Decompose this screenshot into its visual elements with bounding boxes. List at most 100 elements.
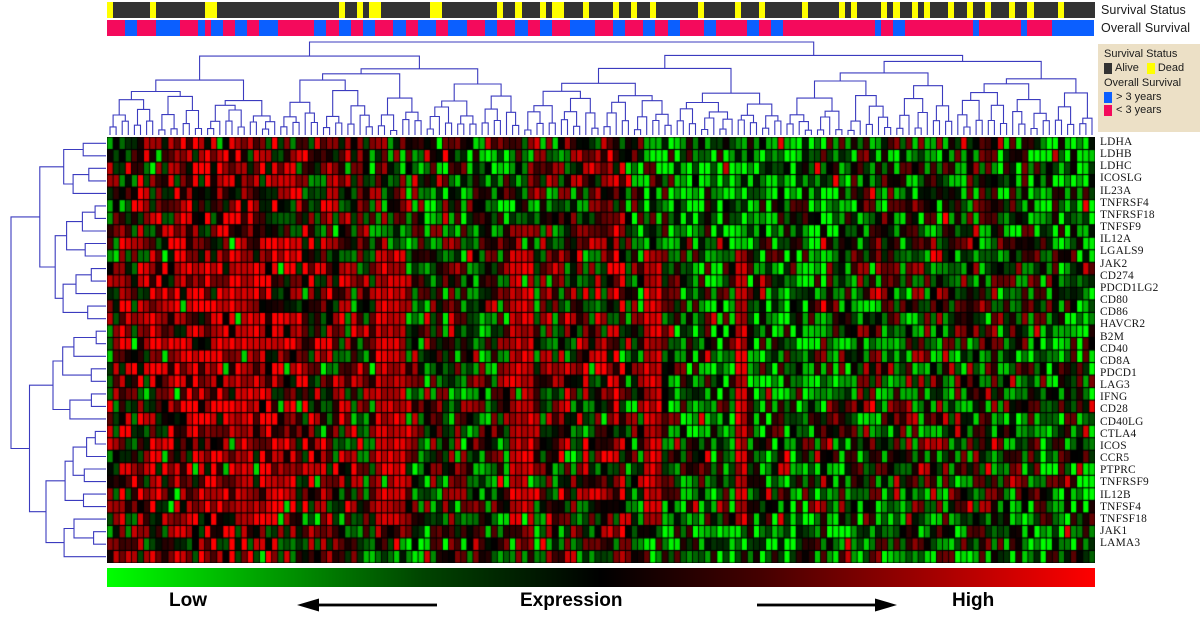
annotation-cell	[344, 2, 357, 18]
annotation-cell	[1027, 20, 1052, 36]
annotation-cell	[350, 20, 363, 36]
annotation-cell	[765, 2, 802, 18]
legend-item-dead: Dead	[1146, 62, 1185, 74]
legend-item-gt3: > 3 years	[1104, 91, 1195, 103]
row-dendrogram	[8, 137, 107, 563]
legend-box: Survival Status Alive Dead Overall Survi…	[1098, 44, 1200, 132]
annotation-cell	[222, 20, 235, 36]
gene-label: CD274	[1100, 269, 1134, 282]
gene-label: JAK2	[1100, 257, 1128, 270]
annotation-cell	[155, 20, 181, 36]
annotation-cell	[436, 20, 449, 36]
gene-label: ICOSLG	[1100, 172, 1143, 185]
annotation-cell	[905, 20, 973, 36]
annotation-cell	[612, 20, 626, 36]
annotation-cell	[655, 2, 699, 18]
annotation-cell	[484, 20, 498, 36]
annotation-cell	[972, 2, 985, 18]
annotation-cell	[326, 20, 339, 36]
gene-label: CD8A	[1100, 354, 1131, 367]
gene-label: LGALS9	[1100, 245, 1144, 258]
annotation-cell	[393, 20, 406, 36]
legend-items-survival-status: Alive Dead	[1104, 62, 1195, 74]
gene-label: IL12B	[1100, 488, 1131, 501]
annotation-cell	[771, 20, 784, 36]
swatch-dead-icon	[1146, 62, 1155, 74]
annotation-cell	[381, 2, 431, 18]
annotation-cell	[277, 20, 315, 36]
gene-label: CD28	[1100, 403, 1129, 416]
legend-label-alive: Alive	[1115, 62, 1139, 74]
annotation-cell	[808, 2, 839, 18]
gene-label-list: LDHA LDHB LDHC ICOSLG IL23A TNFRSF4 TNFRSF18 TN…	[1100, 136, 1200, 564]
annotation-cell	[551, 20, 571, 36]
annotation-cell	[107, 20, 126, 36]
gene-label: TNFRSF9	[1100, 476, 1149, 489]
annotation-cell	[362, 20, 376, 36]
gene-label: CD40	[1100, 342, 1129, 355]
gene-label: LDHA	[1100, 136, 1133, 148]
swatch-gt3years-icon	[1104, 91, 1112, 103]
gene-label: CD40LG	[1100, 415, 1144, 428]
annotation-cell	[155, 2, 205, 18]
annotation-cell	[314, 20, 327, 36]
annotation-cell	[1064, 2, 1095, 18]
annotation-cell	[113, 2, 150, 18]
column-dendrogram	[107, 38, 1095, 137]
gene-label: PDCD1	[1100, 366, 1138, 379]
annotation-cell	[247, 20, 260, 36]
annotation-cell	[759, 20, 772, 36]
annotation-cell	[990, 2, 1010, 18]
gene-label: TNFRSF18	[1100, 208, 1155, 221]
right-arrow-icon	[757, 598, 897, 612]
annotation-cell	[881, 20, 894, 36]
colorbar-label-expression: Expression	[520, 590, 623, 611]
gene-label: IL23A	[1100, 184, 1132, 197]
annotation-cell	[1051, 20, 1095, 36]
gene-label: TNFRSF4	[1100, 196, 1149, 209]
gene-label: TNFSF9	[1100, 221, 1142, 234]
annotation-cell	[643, 20, 656, 36]
annotation-cell	[216, 2, 339, 18]
annotation-cell	[1033, 2, 1058, 18]
annotation-cell	[746, 20, 760, 36]
swatch-lt3years-icon	[1104, 104, 1112, 116]
gene-label: ICOS	[1100, 439, 1127, 452]
annotation-cell	[369, 2, 382, 18]
legend-label-dead: Dead	[1157, 62, 1185, 74]
annotation-cell	[741, 2, 760, 18]
legend-label-gt3years: > 3 years	[1116, 91, 1162, 103]
annotation-cell	[856, 2, 882, 18]
expression-colorbar	[107, 568, 1095, 587]
annotation-cell	[448, 20, 467, 36]
left-arrow-icon	[297, 598, 437, 612]
annotation-label-survival-status: Survival Status	[1101, 3, 1186, 17]
gene-label: PTPRC	[1100, 464, 1136, 477]
annotation-cell	[704, 2, 735, 18]
annotation-cell	[899, 2, 912, 18]
gene-label: LDHB	[1100, 148, 1132, 161]
gene-label: CD86	[1100, 306, 1129, 319]
annotation-cell	[978, 20, 1022, 36]
gene-label: PDCD1LG2	[1100, 281, 1159, 294]
annotation-cell	[417, 20, 437, 36]
annotation-cell	[527, 20, 540, 36]
annotation-cell	[137, 20, 156, 36]
annotation-cell	[375, 20, 394, 36]
annotation-cell	[655, 20, 668, 36]
annotation-cell	[637, 2, 650, 18]
annotation-cell	[430, 2, 443, 18]
gene-label: IFNG	[1100, 391, 1128, 404]
expression-colorbar-legend: Low Expression High	[107, 590, 1095, 618]
annotation-cell	[204, 2, 217, 18]
annotation-cell	[954, 2, 967, 18]
annotation-cell	[539, 20, 552, 36]
annotation-cell	[515, 20, 528, 36]
heatmap-figure: Survival Status Overall Survival Surviva…	[0, 0, 1200, 618]
gene-label: LAG3	[1100, 379, 1130, 392]
legend-title-overall-survival: Overall Survival	[1104, 77, 1182, 89]
annotation-cell	[503, 2, 516, 18]
legend-item-alive: Alive	[1104, 62, 1139, 74]
gene-label: LAMA3	[1100, 537, 1141, 550]
heatmap-grid	[107, 137, 1095, 563]
